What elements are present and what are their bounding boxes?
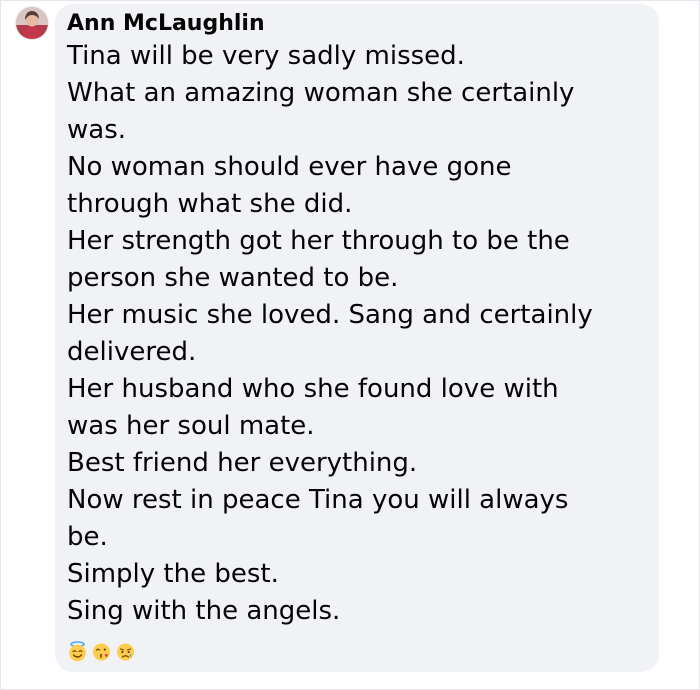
emoji-row [67,640,647,662]
comment-card: Ann McLaughlin Tina will be very sadly m… [0,0,700,690]
comment-body: Tina will be very sadly missed. What an … [67,38,647,630]
comment-line: was. [67,115,127,145]
comment-line: be. [67,522,108,552]
comment-line: through what she did. [67,189,353,219]
comment-line: Her strength got her through to be the [67,226,570,256]
avatar-photo [16,7,48,39]
comment-line: Now rest in peace Tina you will always [67,485,569,515]
comment-line: What an amazing woman she certainly [67,78,575,108]
comment-author-name[interactable]: Ann McLaughlin [67,10,647,38]
avatar[interactable] [16,7,48,39]
comment-line: Her music she loved. Sang and certainly [67,300,593,330]
comment-line: Best friend her everything. [67,448,418,478]
comment-line: delivered. [67,337,197,367]
comment-line: Her husband who she found love with [67,374,559,404]
comment-line: Sing with the angels. [67,596,341,626]
comment-line: person she wanted to be. [67,263,399,293]
comment-bubble: Ann McLaughlin Tina will be very sadly m… [55,4,659,672]
comment-line: Simply the best. [67,559,279,589]
sad-but-relieved-face-icon [115,641,136,662]
comment-line: No woman should ever have gone [67,152,512,182]
comment-line: was her soul mate. [67,411,315,441]
face-blowing-a-kiss-icon [91,641,112,662]
comment-line: Tina will be very sadly missed. [67,41,465,71]
smiling-face-with-halo-icon [67,640,88,662]
